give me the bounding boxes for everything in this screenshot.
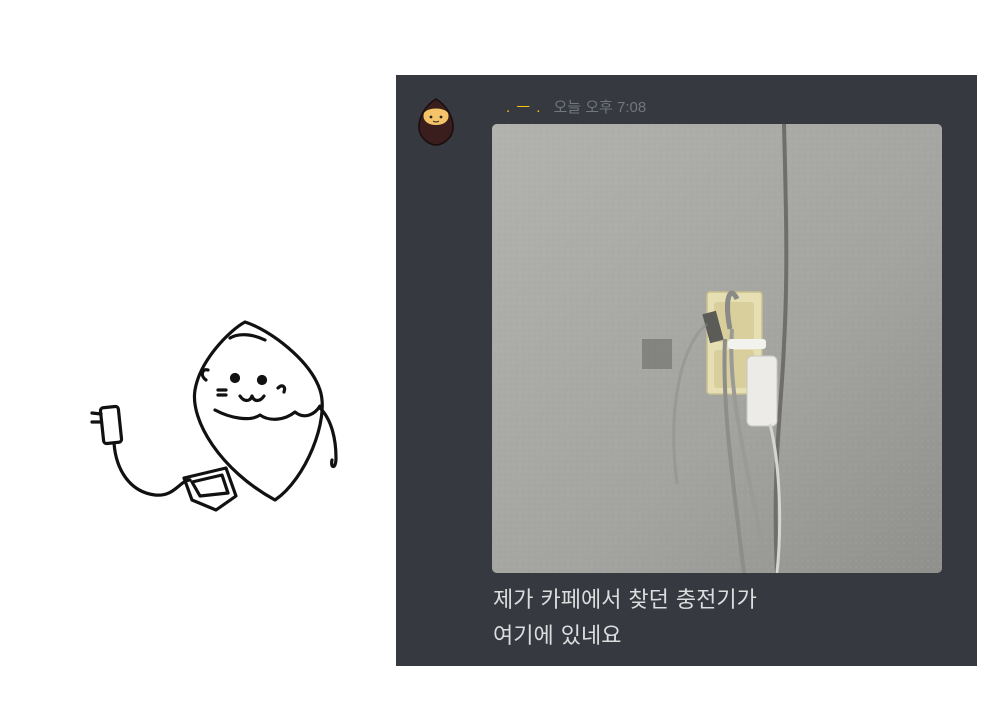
- charger-photo: [492, 124, 942, 573]
- sweet-potato-avatar-icon[interactable]: [416, 97, 456, 147]
- message-text-line-2: 여기에 있네요: [493, 624, 622, 649]
- username[interactable]: . ㅡ .: [506, 96, 541, 117]
- message-text: 제가 카페에서 찾던 충전기가 여기에 있네요: [493, 583, 953, 655]
- message-text-line-1: 제가 카페에서 찾던 충전기가: [493, 588, 757, 613]
- message-timestamp: 오늘 오후 7:08: [553, 99, 647, 116]
- image-attachment[interactable]: [492, 124, 942, 573]
- message-header: . ㅡ . 오늘 오후 7:08: [506, 96, 646, 118]
- sweet-potato-charger-sticker: [90, 320, 338, 512]
- chat-message-panel: . ㅡ . 오늘 오후 7:08 제가 카페에서 찾던 충전기가 여기에 있네요: [396, 75, 977, 666]
